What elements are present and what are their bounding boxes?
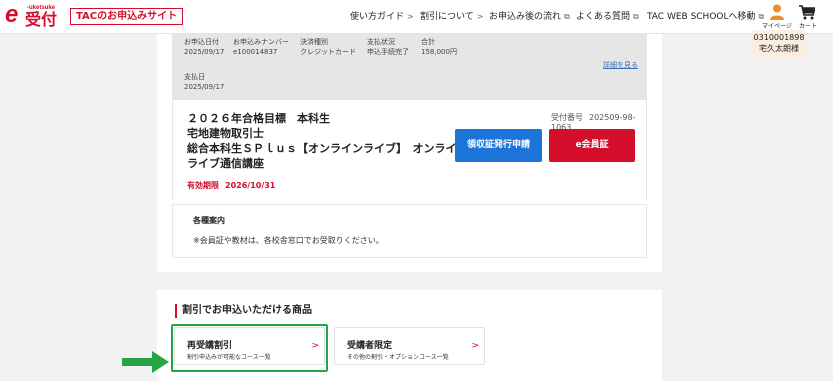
course-item: ２０２６年合格目標 本科生 宅地建物取引士 総合本科生ＳＰｌｕｓ【オンラインライ… bbox=[172, 100, 647, 200]
external-link-icon: ⧉ bbox=[633, 12, 639, 21]
chevron-right-icon: > bbox=[471, 341, 479, 351]
user-name: 宅久太朗様 bbox=[759, 44, 799, 53]
receipt-label: 受付番号 bbox=[551, 113, 583, 122]
notice-text: ※会員証や教材は、各校舎窓口でお受取りください。 bbox=[193, 236, 384, 245]
summary-value: e100014837 bbox=[233, 48, 278, 56]
external-link-icon: ⧉ bbox=[564, 12, 570, 21]
summary-value: クレジットカード bbox=[300, 48, 356, 56]
summary-apply-date: お申込日付 2025/09/17 bbox=[184, 37, 224, 57]
summary-label: 支払状況 bbox=[367, 38, 395, 46]
summary-payment-type: 決済種別 クレジットカード bbox=[300, 37, 356, 57]
site-header: e -uketsuke 受付 TACのお申込みサイト 使い方ガイド > 割引につい… bbox=[0, 0, 833, 34]
summary-total: 合計 158,000円 bbox=[421, 37, 457, 57]
option-subtitle: その他の割引・オプションコース一覧 bbox=[347, 354, 449, 361]
course-title-line: 総合本科生ＳＰｌｕｓ【オンラインライブ】 オンライン bbox=[187, 142, 468, 155]
notice-box: 各種案内 ※会員証や教材は、各校舎窓口でお受取りください。 bbox=[172, 204, 647, 258]
order-card: お申込日付 2025/09/17 お申込みナンバー e100014837 決済種… bbox=[157, 34, 662, 272]
nav-faq-label: よくある質問 bbox=[576, 12, 631, 22]
student-limited-option[interactable]: 受講者限定 その他の割引・オプションコース一覧 > bbox=[334, 327, 485, 365]
expiry-date: 2026/10/31 bbox=[225, 181, 276, 190]
cart-label: カート bbox=[798, 23, 817, 30]
nav-web-school-label: TAC WEB SCHOOLへ移動 bbox=[647, 12, 756, 22]
chevron-right-icon: > bbox=[476, 12, 484, 21]
user-id: 0310001898 bbox=[753, 33, 805, 42]
nav-discount[interactable]: 割引について > bbox=[420, 11, 483, 25]
nav-after-apply[interactable]: お申込み後の流れ ⧉ bbox=[489, 11, 570, 25]
user-icon bbox=[770, 4, 784, 20]
course-title-line: ２０２６年合格目標 本科生 bbox=[187, 112, 330, 125]
highlight-box bbox=[171, 324, 328, 372]
mypage-label: マイページ bbox=[762, 23, 792, 30]
logo-mark: e bbox=[5, 1, 19, 28]
summary-value: 158,000円 bbox=[421, 48, 457, 56]
expiry-info: 有効期限 2026/10/31 bbox=[187, 180, 275, 191]
nav-faq[interactable]: よくある質問 ⧉ bbox=[576, 11, 639, 25]
summary-payment-date: 支払日 2025/09/17 bbox=[184, 72, 224, 92]
summary-value: 2025/09/17 bbox=[184, 48, 225, 56]
summary-value: 申込手続完了 bbox=[367, 48, 409, 56]
cart-button[interactable]: カート bbox=[796, 2, 820, 32]
summary-label: お申込みナンバー bbox=[233, 38, 289, 46]
chevron-right-icon: > bbox=[407, 12, 414, 21]
course-title-line: 宅地建物取引士 bbox=[187, 127, 264, 140]
nav-guide[interactable]: 使い方ガイド > bbox=[350, 11, 414, 25]
logo-main: 受付 bbox=[25, 10, 58, 29]
site-badge[interactable]: TACのお申込みサイト bbox=[70, 8, 184, 25]
order-summary: お申込日付 2025/09/17 お申込みナンバー e100014837 決済種… bbox=[172, 34, 647, 100]
expiry-label: 有効期限 bbox=[187, 181, 219, 190]
mypage-button[interactable]: マイページ bbox=[760, 2, 794, 32]
detail-link[interactable]: 詳細を見る bbox=[603, 60, 638, 70]
summary-label: 支払日 bbox=[184, 73, 205, 81]
nav-guide-label: 使い方ガイド bbox=[350, 12, 405, 22]
membership-card-button[interactable]: e会員証 bbox=[549, 129, 635, 162]
cart-icon bbox=[799, 5, 815, 20]
course-title: ２０２６年合格目標 本科生 宅地建物取引士 総合本科生ＳＰｌｕｓ【オンラインライ… bbox=[187, 111, 468, 171]
discount-title: 割引でお申込いただける商品 bbox=[182, 305, 312, 316]
summary-label: お申込日付 bbox=[184, 38, 219, 46]
notice-title: 各種案内 bbox=[193, 216, 225, 225]
option-title: 受講者限定 bbox=[347, 341, 393, 351]
green-arrow-icon bbox=[122, 351, 169, 373]
course-title-line: ライブ通信講座 bbox=[187, 157, 264, 170]
nav-discount-label: 割引について bbox=[420, 12, 474, 22]
summary-apply-number: お申込みナンバー e100014837 bbox=[233, 37, 289, 57]
summary-label: 決済種別 bbox=[300, 38, 328, 46]
user-info-tooltip: 0310001898 宅久太朗様 bbox=[752, 30, 806, 57]
nav-after-apply-label: お申込み後の流れ bbox=[489, 12, 562, 22]
section-accent-bar bbox=[175, 304, 177, 318]
summary-label: 合計 bbox=[421, 38, 435, 46]
nav-web-school[interactable]: TAC WEB SCHOOLへ移動 ⧉ bbox=[647, 11, 764, 25]
uketsuke-logo[interactable]: e -uketsuke 受付 bbox=[5, 1, 67, 30]
summary-value: 2025/09/17 bbox=[184, 83, 225, 91]
receipt-request-button[interactable]: 領収証発行申請 bbox=[455, 129, 542, 162]
summary-payment-status: 支払状況 申込手続完了 bbox=[367, 37, 409, 57]
